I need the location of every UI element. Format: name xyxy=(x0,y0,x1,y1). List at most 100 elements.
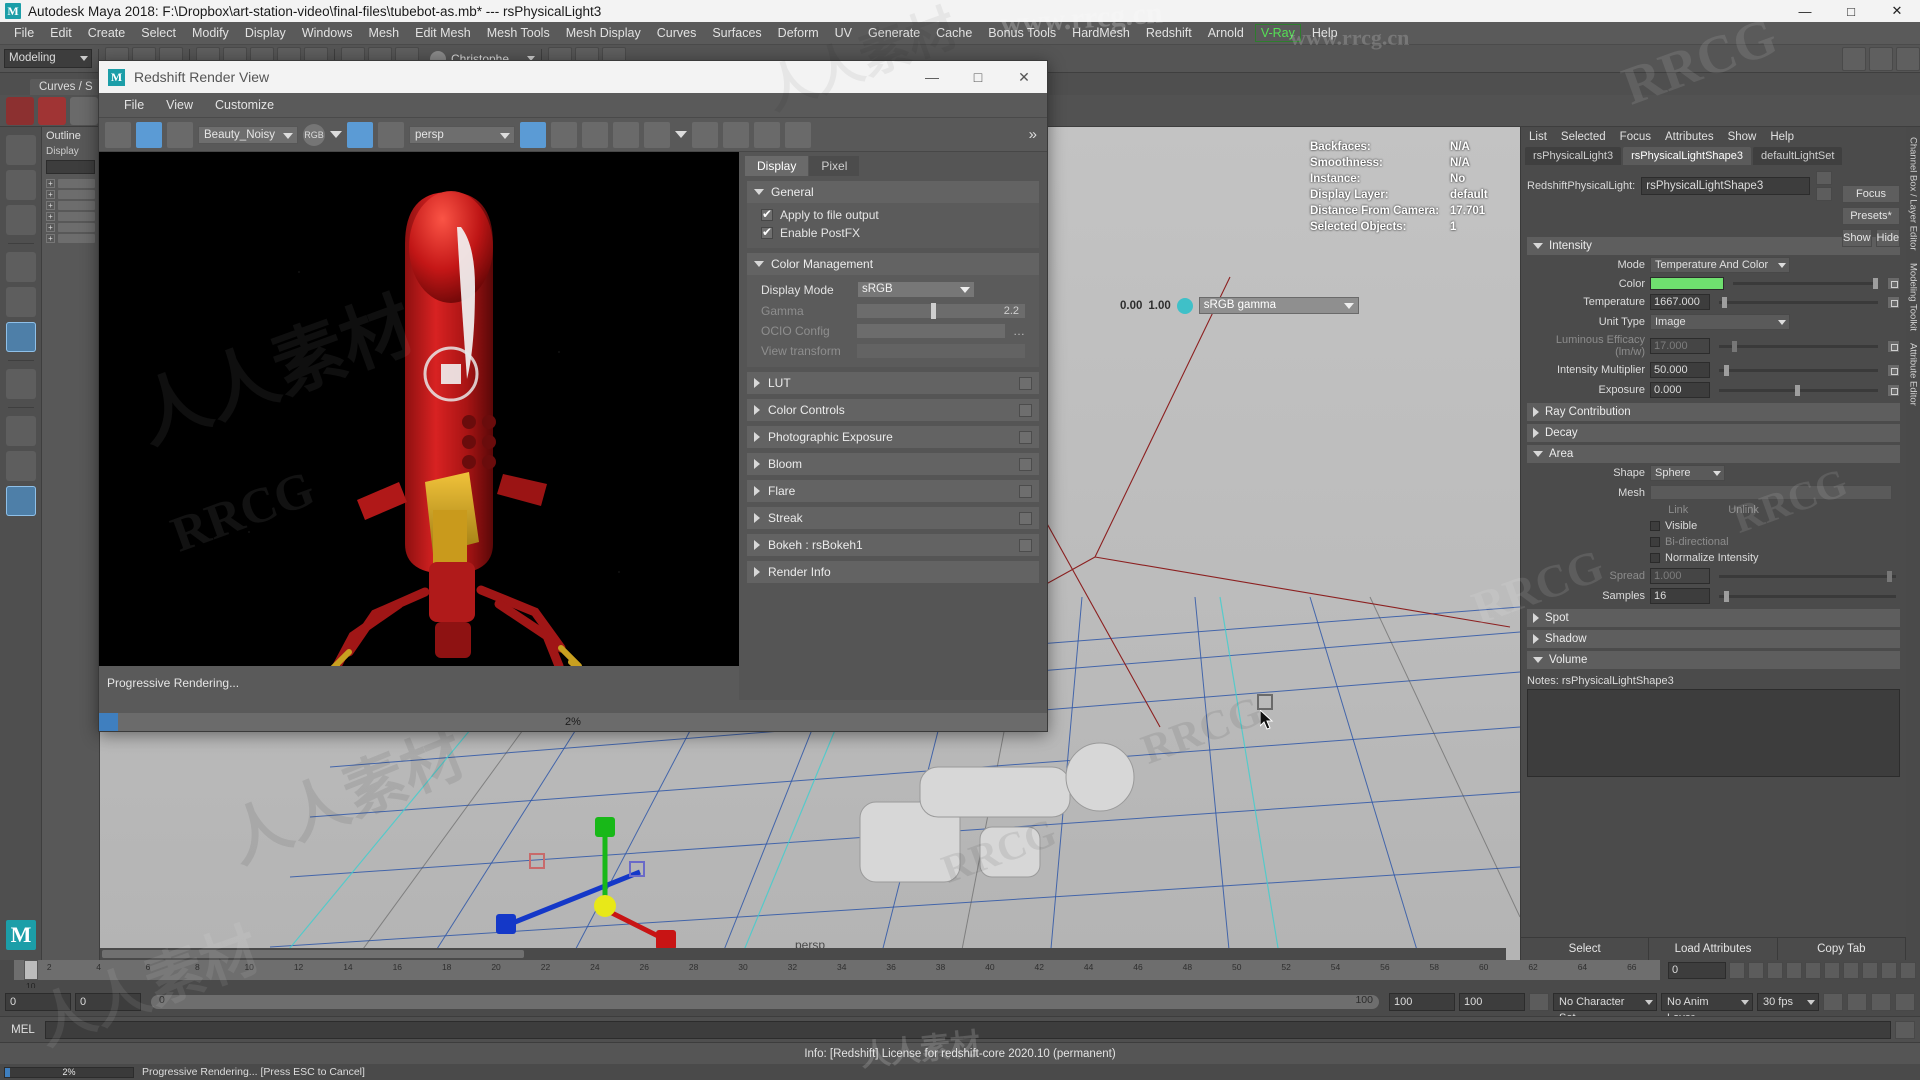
rsv-tab-display[interactable]: Display xyxy=(745,156,809,176)
enable-postfx-row[interactable]: Enable PostFX xyxy=(747,224,1039,242)
rsv-maximize-button[interactable]: □ xyxy=(955,61,1001,93)
playback-frame-input[interactable]: 0 xyxy=(1668,962,1726,979)
rsv-section-flare[interactable]: Flare xyxy=(747,480,1039,502)
lut-toggle-checkbox[interactable] xyxy=(1019,376,1032,390)
menu-item-mesh-tools[interactable]: Mesh Tools xyxy=(479,24,558,42)
list-item[interactable]: + xyxy=(44,178,97,189)
time-ruler[interactable]: 24 68 10 12 14 16 18 20 22 24 26 28 30 32 34 36… xyxy=(14,960,1660,991)
anim-layer-select[interactable]: No Anim Layer xyxy=(1661,993,1753,1024)
menu-set-select[interactable]: Modeling xyxy=(4,49,92,68)
rsv-render-canvas[interactable]: 人人素材 RRCG Progressive Rendering... xyxy=(99,152,739,700)
list-item[interactable]: + xyxy=(44,189,97,200)
rsv-section-lut[interactable]: LUT xyxy=(747,372,1039,394)
color-controls-toggle-checkbox[interactable] xyxy=(1019,403,1032,417)
menu-item-surfaces[interactable]: Surfaces xyxy=(704,24,769,42)
expand-icon[interactable]: + xyxy=(46,201,55,210)
shape-select[interactable]: Sphere xyxy=(1650,465,1725,481)
scale-tool-icon[interactable] xyxy=(5,322,36,352)
slider-knob[interactable] xyxy=(1722,296,1728,308)
rsv-minimize-button[interactable]: — xyxy=(909,61,955,93)
section-header-shadow[interactable]: Shadow xyxy=(1527,630,1900,648)
list-item[interactable]: + xyxy=(44,233,97,244)
step-back-key-icon[interactable] xyxy=(1748,962,1764,979)
section-header-area[interactable]: Area xyxy=(1527,445,1900,463)
auto-key-icon[interactable] xyxy=(1881,962,1897,979)
menu-item-redshift[interactable]: Redshift xyxy=(1138,24,1200,42)
redshift-render-view-window[interactable]: M Redshift Render View — □ ✕ File View C… xyxy=(98,60,1048,732)
node-name-input[interactable]: rsPhysicalLightShape3 xyxy=(1641,177,1810,195)
expand-icon[interactable]: + xyxy=(46,223,55,232)
expand-icon[interactable]: + xyxy=(46,212,55,221)
focus-button[interactable]: Focus xyxy=(1842,185,1900,203)
play-backwards-icon[interactable] xyxy=(1786,962,1802,979)
exposure-input[interactable]: 0.000 xyxy=(1650,382,1710,398)
temperature-input[interactable]: 1667.000 xyxy=(1650,294,1710,310)
ae-menu-help[interactable]: Help xyxy=(1770,131,1794,143)
rotate-tool-icon[interactable] xyxy=(5,287,36,317)
ae-menu-selected[interactable]: Selected xyxy=(1561,131,1606,143)
flare-toggle-checkbox[interactable] xyxy=(1019,484,1032,498)
rsv-section-streak[interactable]: Streak xyxy=(747,507,1039,529)
grid-compare-icon[interactable] xyxy=(582,121,608,148)
outliner-display-menu[interactable]: Display xyxy=(42,145,99,158)
minimize-button[interactable]: — xyxy=(1782,0,1828,22)
autokey-toggle-icon[interactable] xyxy=(1895,993,1915,1011)
close-button[interactable]: ✕ xyxy=(1874,0,1920,22)
apply-to-file-output-row[interactable]: Apply to file output xyxy=(747,206,1039,224)
scrollbar-thumb[interactable] xyxy=(102,950,524,958)
rsv-menu-view[interactable]: View xyxy=(155,96,204,114)
texture-map-icon[interactable] xyxy=(1887,295,1900,309)
menu-item-create[interactable]: Create xyxy=(80,24,134,42)
color-slider[interactable] xyxy=(1733,278,1878,289)
rsv-section-color-controls[interactable]: Color Controls xyxy=(747,399,1039,421)
time-cursor[interactable]: 10 xyxy=(24,960,38,991)
rgb-channel-button[interactable]: RGB xyxy=(303,123,325,146)
list-item[interactable]: + xyxy=(44,222,97,233)
section-header-spot[interactable]: Spot xyxy=(1527,609,1900,627)
shelf-icon-render-settings[interactable] xyxy=(70,96,98,125)
anim-prefs-icon[interactable] xyxy=(1871,993,1891,1011)
refresh-icon[interactable] xyxy=(167,121,193,148)
rsv-section-render-info[interactable]: Render Info xyxy=(747,561,1039,583)
go-to-end-icon[interactable] xyxy=(1862,962,1878,979)
ae-menu-show[interactable]: Show xyxy=(1728,131,1757,143)
fps-select[interactable]: 30 fps xyxy=(1757,993,1819,1011)
settings-gear-icon[interactable] xyxy=(692,121,718,148)
tab-rsphysicallightshape3[interactable]: rsPhysicalLightShape3 xyxy=(1623,147,1751,165)
viewport-horizontal-scrollbar[interactable] xyxy=(100,948,1506,960)
temperature-slider[interactable] xyxy=(1719,296,1878,308)
unlink-button[interactable]: Unlink xyxy=(1728,504,1759,516)
show-button[interactable]: Show xyxy=(1842,229,1872,247)
chevron-down-icon[interactable] xyxy=(330,131,342,138)
rsv-section-header-color-management[interactable]: Color Management xyxy=(747,253,1039,275)
slider-knob[interactable] xyxy=(1873,278,1878,289)
streak-toggle-checkbox[interactable] xyxy=(1019,511,1032,525)
menu-item-help[interactable]: Help xyxy=(1304,24,1346,42)
move-tool-icon[interactable] xyxy=(5,252,36,282)
snapshot-icon[interactable] xyxy=(613,121,639,148)
tab-channel-box-layer-editor[interactable]: Channel Box / Layer Editor xyxy=(1908,131,1919,257)
range-lock-icon[interactable] xyxy=(1529,993,1549,1011)
layout-persp-outliner-icon[interactable] xyxy=(5,486,36,516)
colorspace-select[interactable]: sRGB gamma xyxy=(1198,297,1359,314)
ae-menu-focus[interactable]: Focus xyxy=(1620,131,1651,143)
expand-icon[interactable]: + xyxy=(46,190,55,199)
visible-checkbox[interactable] xyxy=(1650,521,1660,531)
menu-item-file[interactable]: File xyxy=(6,24,42,42)
maximize-button[interactable]: □ xyxy=(1828,0,1874,22)
bokeh-toggle-checkbox[interactable] xyxy=(1019,538,1032,552)
node-graph-icon[interactable] xyxy=(1816,187,1832,201)
list-item[interactable]: + xyxy=(44,200,97,211)
presets-button[interactable]: Presets* xyxy=(1842,207,1900,225)
texture-map-icon[interactable] xyxy=(1887,363,1900,377)
region-render-toggle-icon[interactable] xyxy=(347,121,373,148)
ab-compare-icon[interactable] xyxy=(785,121,811,148)
toolbar-overflow-button[interactable]: » xyxy=(1029,126,1041,143)
expand-icon[interactable]: + xyxy=(46,234,55,243)
section-header-volume[interactable]: Volume xyxy=(1527,651,1900,669)
hide-button[interactable]: Hide xyxy=(1875,229,1901,247)
loop-icon[interactable] xyxy=(1823,993,1843,1011)
crop-region-icon[interactable] xyxy=(378,121,404,148)
last-tool-icon[interactable] xyxy=(5,369,36,399)
step-forward-key-icon[interactable] xyxy=(1843,962,1859,979)
